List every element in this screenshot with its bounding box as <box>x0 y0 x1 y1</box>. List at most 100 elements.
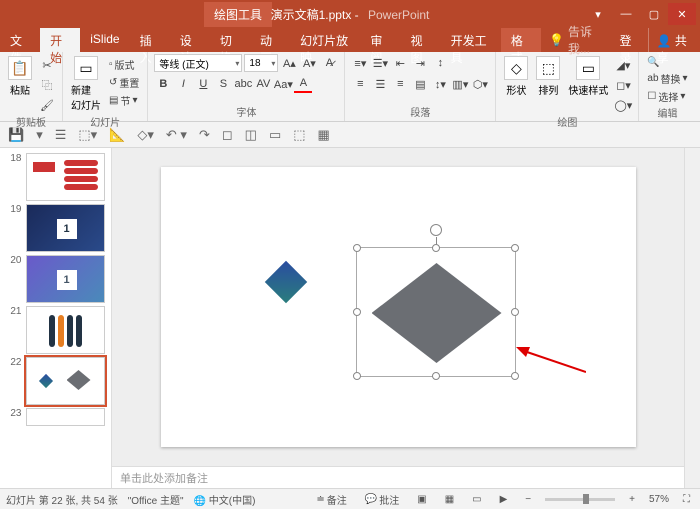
font-color-button[interactable]: A <box>294 75 312 93</box>
slideshow-view-button[interactable]: ▶ <box>496 492 512 507</box>
decrease-font-button[interactable]: A▾ <box>300 54 318 72</box>
align-center-button[interactable]: ☰ <box>371 75 389 93</box>
minimize-button[interactable]: — <box>612 3 640 25</box>
arrange-button[interactable]: ⬚排列 <box>534 54 562 99</box>
tab-dev[interactable]: 开发工具 <box>441 28 501 52</box>
tab-transition[interactable]: 切换 <box>210 28 250 52</box>
underline-button[interactable]: U <box>194 75 212 93</box>
italic-button[interactable]: I <box>174 75 192 93</box>
select-button[interactable]: ☐ 选择 ▾ <box>645 88 687 105</box>
cut-button[interactable]: ✂ <box>38 56 56 74</box>
tab-insert[interactable]: 插入 <box>130 28 170 52</box>
resize-handle[interactable] <box>511 244 519 252</box>
format-painter-button[interactable]: 🖌 <box>38 96 56 114</box>
font-size-combo[interactable]: 18 <box>244 54 278 72</box>
thumb-18[interactable]: 18 <box>6 153 105 201</box>
thumb-20[interactable]: 201 <box>6 255 105 303</box>
fit-window-button[interactable]: ⛶ <box>679 492 694 507</box>
qat-btn[interactable]: ◇▾ <box>137 127 154 143</box>
resize-handle[interactable] <box>511 308 519 316</box>
rotation-handle[interactable] <box>430 224 442 236</box>
find-button[interactable]: 🔍 <box>645 56 661 69</box>
qat-btn[interactable]: ☰ <box>55 127 67 143</box>
qat-btn[interactable]: ▾ <box>36 127 43 143</box>
tab-islide[interactable]: iSlide <box>80 28 129 52</box>
clear-format-button[interactable]: A̷ <box>320 54 338 72</box>
comments-toggle[interactable]: 💬 批注 <box>361 490 403 509</box>
copy-button[interactable]: ⿻ <box>38 76 56 94</box>
new-slide-button[interactable]: ▭新建 幻灯片 <box>69 54 103 114</box>
tab-file[interactable]: 文件 <box>0 28 40 52</box>
notes-pane[interactable]: 单击此处添加备注 <box>112 466 684 488</box>
numbering-button[interactable]: ☰▾ <box>371 54 389 72</box>
language-button[interactable]: 🌐 中文(中国) <box>194 492 256 507</box>
shadow-button[interactable]: abc <box>234 75 252 93</box>
shape-effects-button[interactable]: ◯▾ <box>614 96 632 114</box>
tab-design[interactable]: 设计 <box>170 28 210 52</box>
thumb-23[interactable]: 23 <box>6 408 105 426</box>
replace-button[interactable]: ab 替换 ▾ <box>645 70 689 87</box>
smartart-button[interactable]: ⬡▾ <box>471 75 489 93</box>
indent-inc-button[interactable]: ⇥ <box>411 54 429 72</box>
bullets-button[interactable]: ≡▾ <box>351 54 369 72</box>
reading-view-button[interactable]: ▭ <box>468 492 485 507</box>
shape-outline-button[interactable]: ◻▾ <box>614 76 632 94</box>
thumb-19[interactable]: 191 <box>6 204 105 252</box>
slide-thumbnails[interactable]: 18 191 201 21 22 23 <box>0 148 112 488</box>
undo-button[interactable]: ↶ ▾ <box>166 127 187 143</box>
justify-button[interactable]: ▤ <box>411 75 429 93</box>
strike-button[interactable]: S <box>214 75 232 93</box>
qat-btn[interactable]: ⬚ <box>293 127 305 143</box>
zoom-slider[interactable] <box>545 498 615 501</box>
qat-btn[interactable]: ⬚▾ <box>78 127 97 143</box>
tab-animation[interactable]: 动画 <box>250 28 290 52</box>
qat-btn[interactable]: 📐 <box>109 127 125 143</box>
qat-btn[interactable]: ◻ <box>222 127 233 143</box>
slide[interactable] <box>161 167 636 447</box>
qat-btn[interactable]: ▦ <box>318 127 330 143</box>
shapes-button[interactable]: ◇形状 <box>502 54 530 99</box>
resize-handle[interactable] <box>432 244 440 252</box>
resize-handle[interactable] <box>353 372 361 380</box>
normal-view-button[interactable]: ▣ <box>413 492 430 507</box>
thumb-22[interactable]: 22 <box>6 357 105 405</box>
spacing-button[interactable]: AV <box>254 75 272 93</box>
login-button[interactable]: 登录 <box>611 28 647 52</box>
font-name-combo[interactable]: 等线 (正文) <box>154 54 242 72</box>
shape-diamond-large[interactable] <box>372 263 502 363</box>
columns-button[interactable]: ▥▾ <box>451 75 469 93</box>
shape-diamond-small[interactable] <box>264 261 306 303</box>
zoom-in-button[interactable]: + <box>625 492 639 507</box>
vertical-scrollbar[interactable] <box>684 148 700 488</box>
qat-btn[interactable]: ▭ <box>269 127 281 143</box>
align-left-button[interactable]: ≡ <box>351 75 369 93</box>
line-spacing-button[interactable]: ↕▾ <box>431 75 449 93</box>
paste-button[interactable]: 📋粘贴 <box>6 54 34 99</box>
zoom-thumb[interactable] <box>583 494 589 504</box>
save-button[interactable]: 💾 <box>8 127 24 143</box>
resize-handle[interactable] <box>432 372 440 380</box>
zoom-out-button[interactable]: − <box>521 492 535 507</box>
layout-button[interactable]: ▫ 版式 <box>107 56 141 73</box>
ribbon-options-icon[interactable]: ▾ <box>584 3 612 25</box>
shape-fill-button[interactable]: ◢▾ <box>614 56 632 74</box>
qat-btn[interactable]: ◫ <box>245 127 257 143</box>
tab-format[interactable]: 格式 <box>501 28 541 52</box>
zoom-level[interactable]: 57% <box>649 494 669 505</box>
increase-font-button[interactable]: A▴ <box>280 54 298 72</box>
text-direction-button[interactable]: ↕ <box>431 54 449 72</box>
close-button[interactable]: ✕ <box>668 3 696 25</box>
indent-dec-button[interactable]: ⇤ <box>391 54 409 72</box>
maximize-button[interactable]: ▢ <box>640 3 668 25</box>
quick-styles-button[interactable]: ▭快速样式 <box>566 54 610 99</box>
tab-review[interactable]: 审阅 <box>360 28 400 52</box>
change-case-button[interactable]: Aa▾ <box>274 75 292 93</box>
canvas[interactable] <box>112 148 684 466</box>
reset-button[interactable]: ↺ 重置 <box>107 74 141 91</box>
bold-button[interactable]: B <box>154 75 172 93</box>
tab-slideshow[interactable]: 幻灯片放映 <box>290 28 360 52</box>
selection-box[interactable] <box>356 247 516 377</box>
notes-toggle[interactable]: ≐ 备注 <box>312 490 350 509</box>
tab-home[interactable]: 开始 <box>40 28 80 52</box>
thumb-21[interactable]: 21 <box>6 306 105 354</box>
